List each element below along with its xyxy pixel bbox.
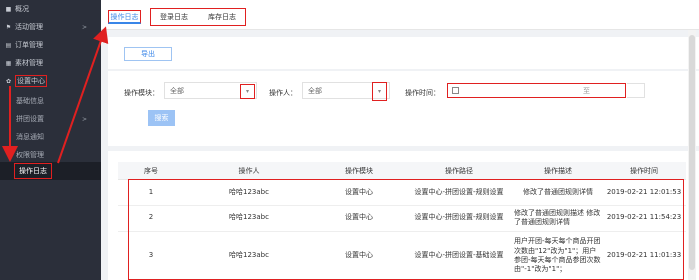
column-header-desc: 操作描述	[544, 167, 572, 175]
sidebar-item-materials[interactable]: ▦ 素材管理	[0, 55, 101, 71]
sidebar-subitem-label: 权限管理	[16, 151, 44, 159]
export-panel	[108, 37, 699, 69]
column-header-time: 操作时间	[630, 167, 658, 175]
tab-login-log[interactable]: 登录日志	[154, 10, 194, 24]
operator-select-value: 全部	[308, 86, 322, 95]
sidebar: ■ 概况 ⚑ 活动管理 > ▤ 订单管理 ▦ 素材管理 ✿ 设置中心 基础信息 …	[0, 0, 101, 280]
date-range-input-end[interactable]	[627, 83, 645, 98]
sidebar-subitem-basic-info[interactable]: 基础信息	[0, 93, 101, 109]
module-filter-label: 操作模块：	[124, 89, 159, 97]
column-header-operator: 操作人	[238, 167, 260, 175]
operator-chevron-down-icon[interactable]: ▾	[372, 82, 387, 101]
sidebar-item-orders[interactable]: ▤ 订单管理	[0, 37, 101, 53]
calendar-icon	[452, 87, 459, 94]
sidebar-item-settings[interactable]: ✿ 设置中心	[0, 73, 101, 89]
sidebar-subitem-label: 拼团设置	[16, 115, 44, 123]
tab-label: 登录日志	[160, 13, 188, 21]
export-button[interactable]: 导出	[124, 47, 172, 61]
module-select-value: 全部	[170, 86, 184, 95]
sidebar-subitem-group-settings[interactable]: 拼团设置 >	[0, 111, 101, 127]
scrollbar-thumb[interactable]	[689, 35, 695, 270]
table-highlight-box	[128, 179, 684, 280]
tab-label: 操作日志	[110, 12, 139, 21]
sidebar-item-label: 概况	[15, 5, 29, 13]
tab-stock-log[interactable]: 库存日志	[202, 10, 242, 24]
chevron-right-icon: >	[81, 115, 87, 123]
date-range-separator: 至	[583, 86, 590, 95]
sidebar-subitem-label: 操作日志	[14, 163, 52, 179]
chevron-right-icon: >	[81, 23, 87, 31]
gear-icon: ✿	[5, 77, 12, 85]
document-icon: ▤	[5, 41, 12, 49]
tab-label: 库存日志	[208, 13, 236, 21]
image-icon: ▦	[5, 59, 12, 67]
sidebar-subitem-notifications[interactable]: 消息通知	[0, 129, 101, 145]
sidebar-item-activity[interactable]: ⚑ 活动管理 >	[0, 19, 101, 35]
time-filter-label: 操作时间：	[405, 89, 440, 97]
column-header-path: 操作路径	[445, 167, 473, 175]
operator-filter-label: 操作人：	[269, 89, 297, 97]
tab-operation-log[interactable]: 操作日志	[108, 10, 141, 24]
sidebar-subitem-label: 基础信息	[16, 97, 44, 105]
search-button[interactable]: 搜索	[148, 110, 175, 126]
sidebar-item-label: 订单管理	[15, 41, 43, 49]
date-range-picker[interactable]: 至	[447, 83, 626, 98]
sidebar-subitem-operation-log[interactable]: 操作日志	[0, 162, 101, 180]
sidebar-subitem-label: 消息通知	[16, 133, 44, 141]
sidebar-subitem-permissions[interactable]: 权限管理	[0, 147, 101, 163]
module-chevron-down-icon[interactable]: ▾	[240, 84, 255, 99]
sidebar-item-label: 活动管理	[15, 23, 43, 31]
sidebar-item-label: 素材管理	[15, 59, 43, 67]
column-header-no: 序号	[144, 167, 158, 175]
sidebar-item-overview[interactable]: ■ 概况	[0, 1, 101, 17]
column-header-module: 操作模块	[345, 167, 373, 175]
flag-icon: ⚑	[5, 23, 12, 31]
home-icon: ■	[5, 5, 12, 13]
sidebar-item-label: 设置中心	[15, 75, 47, 87]
